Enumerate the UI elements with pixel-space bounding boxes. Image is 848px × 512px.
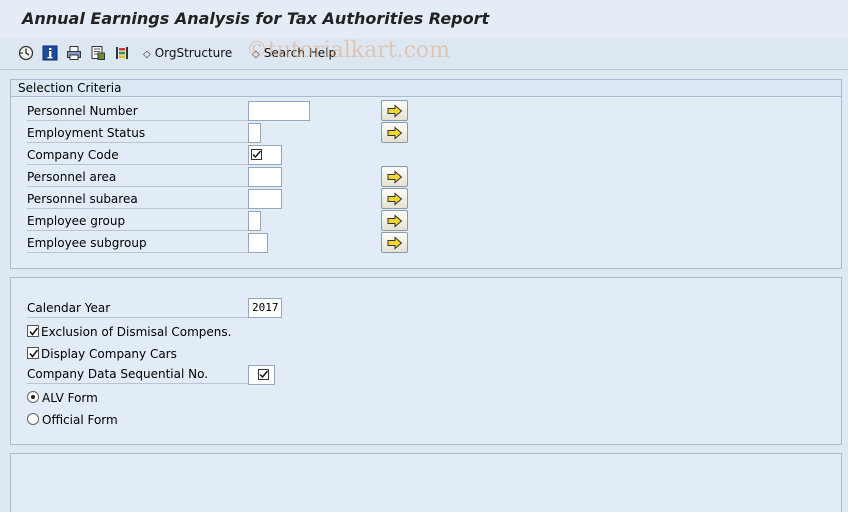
page-title: Annual Earnings Analysis for Tax Authori… xyxy=(22,9,490,28)
calendar-year-label: Calendar Year xyxy=(27,299,251,318)
arrow-right-icon xyxy=(387,236,403,250)
selection-options-icon[interactable] xyxy=(114,45,130,61)
employee-group-input[interactable] xyxy=(248,211,261,231)
personnel-subarea-label: Personnel subarea xyxy=(27,190,251,209)
personnel-area-input[interactable] xyxy=(248,167,282,187)
multiple-selection-button[interactable] xyxy=(381,100,408,121)
empty-group xyxy=(10,453,842,512)
multiple-selection-button[interactable] xyxy=(381,188,408,209)
arrow-right-icon xyxy=(387,126,403,140)
personnel-subarea-input[interactable] xyxy=(248,189,282,209)
official-form-label: Official Form xyxy=(42,413,118,427)
multiple-selection-button[interactable] xyxy=(381,166,408,187)
display-company-cars-label: Display Company Cars xyxy=(41,347,177,361)
employment-status-input[interactable] xyxy=(248,123,261,143)
arrow-right-icon xyxy=(387,214,403,228)
org-structure-label: OrgStructure xyxy=(154,46,233,60)
personnel-area-label: Personnel area xyxy=(27,168,251,187)
arrow-right-icon xyxy=(387,192,403,206)
print-icon[interactable] xyxy=(66,45,82,61)
company-data-seq-input[interactable] xyxy=(248,365,275,385)
employee-subgroup-label: Employee subgroup xyxy=(27,234,251,253)
group-title: Selection Criteria xyxy=(11,80,841,97)
personnel-number-label: Personnel Number xyxy=(27,102,251,121)
parameters-group: Calendar Year 2017 Exclusion of Dismisal… xyxy=(10,277,842,445)
checkmark-icon xyxy=(29,349,39,358)
execute-icon[interactable] xyxy=(18,45,34,61)
multiple-selection-button[interactable] xyxy=(381,122,408,143)
alv-form-radio[interactable] xyxy=(27,391,39,403)
variant-icon[interactable] xyxy=(90,45,106,61)
personnel-number-input[interactable] xyxy=(248,101,310,121)
diamond-icon: ◇ xyxy=(143,49,151,60)
calendar-year-input[interactable]: 2017 xyxy=(248,298,282,318)
employee-group-label: Employee group xyxy=(27,212,251,231)
official-form-radio[interactable] xyxy=(27,413,39,425)
company-code-label: Company Code xyxy=(27,146,251,165)
company-code-input[interactable] xyxy=(248,145,282,165)
alv-form-label: ALV Form xyxy=(42,391,98,405)
exclusion-label: Exclusion of Dismisal Compens. xyxy=(41,325,232,339)
employment-status-label: Employment Status xyxy=(27,124,251,143)
org-structure-button[interactable]: ◇ OrgStructure xyxy=(143,46,232,60)
selection-criteria-group: Selection Criteria Personnel Number Empl… xyxy=(10,79,842,269)
exclusion-checkbox[interactable] xyxy=(27,325,39,337)
checkbox-icon xyxy=(251,149,262,160)
multiple-selection-button[interactable] xyxy=(381,210,408,231)
arrow-right-icon xyxy=(387,170,403,184)
radio-selected-dot xyxy=(31,395,35,399)
arrow-right-icon xyxy=(387,104,403,118)
title-bar: Annual Earnings Analysis for Tax Authori… xyxy=(0,0,848,38)
company-data-seq-label: Company Data Sequential No. xyxy=(27,365,251,384)
checkbox-icon xyxy=(258,369,269,380)
watermark: ©tutorialkart.com xyxy=(246,38,451,63)
employee-subgroup-input[interactable] xyxy=(248,233,268,253)
checkmark-icon xyxy=(29,327,39,336)
multiple-selection-button[interactable] xyxy=(381,232,408,253)
display-company-cars-checkbox[interactable] xyxy=(27,347,39,359)
info-icon[interactable] xyxy=(42,45,58,61)
